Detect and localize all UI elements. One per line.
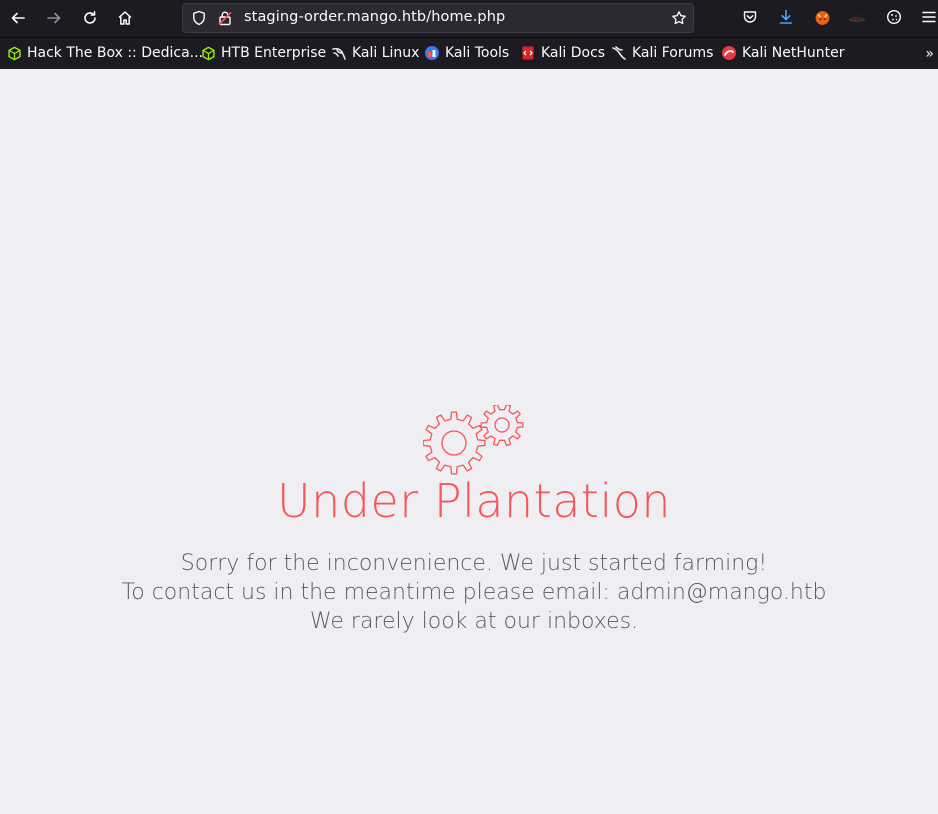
extension-foxyproxy[interactable] [813, 8, 831, 26]
bookmark-star-icon[interactable] [671, 10, 687, 26]
bookmark-item[interactable]: Kali Docs [520, 45, 605, 61]
kali-tools-icon [424, 45, 440, 61]
cookie-icon [886, 9, 902, 25]
hamburger-menu-icon [922, 11, 936, 23]
bookmark-item[interactable]: Kali Linux [331, 45, 419, 61]
pocket-button[interactable] [741, 8, 759, 26]
bookmark-label: Kali Docs [541, 45, 606, 61]
nethunter-icon [721, 45, 737, 61]
bookmark-item[interactable]: Kali Forums [611, 45, 713, 61]
gears-icon [423, 405, 524, 475]
page-content: Under Plantation Sorry for the inconveni… [0, 69, 938, 814]
kali-dragon-icon [331, 45, 347, 61]
downloads-button[interactable] [777, 8, 795, 26]
htb-cube-icon [6, 45, 22, 61]
htb-cube-icon [200, 45, 216, 61]
page-title: Under Plantation [276, 474, 672, 528]
reload-button[interactable] [78, 6, 102, 30]
bookmark-label: Kali Forums [632, 45, 714, 61]
extension-hat[interactable] [848, 8, 866, 26]
bookmark-label: HTB Enterprise [221, 45, 327, 61]
reload-icon [84, 11, 96, 24]
back-button[interactable] [6, 6, 30, 30]
insecure-lock-icon[interactable] [217, 10, 233, 26]
bookmarks-overflow-button[interactable]: » [925, 46, 934, 62]
bookmark-label: Hack The Box :: Dedica... [27, 45, 204, 61]
bookmark-item[interactable]: Kali NetHunter [721, 45, 844, 61]
forward-button[interactable] [42, 6, 66, 30]
arrow-left-icon [11, 12, 25, 24]
bookmark-label: Kali Linux [352, 45, 420, 61]
kali-docs-icon [520, 45, 536, 61]
bookmark-label: Kali NetHunter [742, 45, 845, 61]
home-icon [118, 11, 132, 25]
message-line: We rarely look at our inboxes. [309, 609, 639, 634]
download-icon [779, 9, 793, 24]
browser-chrome: staging-order.mango.htb/home.php Hack Th… [0, 0, 938, 69]
url-text[interactable]: staging-order.mango.htb/home.php [244, 9, 505, 25]
nav-toolbar: staging-order.mango.htb/home.php [0, 0, 938, 36]
shield-icon[interactable] [191, 10, 207, 26]
message-line: To contact us in the meantime please ema… [121, 580, 827, 605]
app-menu-button[interactable] [920, 8, 938, 26]
kali-dragon-icon [611, 45, 627, 61]
home-button[interactable] [113, 6, 137, 30]
fox-icon [815, 10, 829, 25]
hat-icon [848, 14, 866, 22]
extension-cookie[interactable] [885, 8, 903, 26]
bookmarks-toolbar: Hack The Box :: Dedica... HTB Enterprise… [0, 37, 938, 69]
bookmark-item[interactable]: Hack The Box :: Dedica... [6, 45, 203, 61]
arrow-right-icon [47, 12, 61, 24]
bookmark-item[interactable]: Kali Tools [424, 45, 509, 61]
address-bar[interactable]: staging-order.mango.htb/home.php [182, 3, 694, 33]
bookmark-label: Kali Tools [445, 45, 510, 61]
message-block: Sorry for the inconvenience. We just sta… [0, 549, 938, 636]
bookmark-item[interactable]: HTB Enterprise [200, 45, 326, 61]
message-line: Sorry for the inconvenience. We just sta… [180, 551, 768, 576]
pocket-icon [743, 11, 757, 23]
